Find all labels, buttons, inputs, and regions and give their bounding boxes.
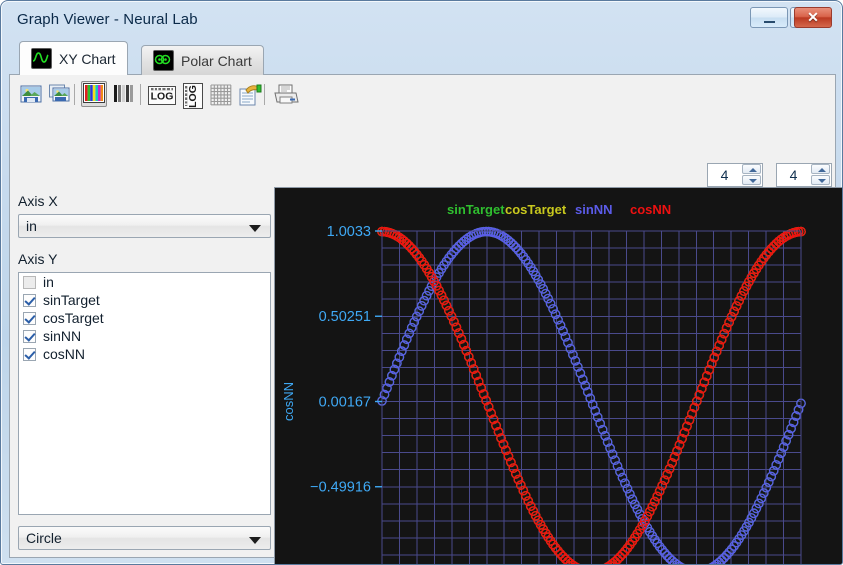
svg-text:cosTarget: cosTarget bbox=[505, 202, 567, 217]
axis-y-series-list[interactable]: in sinTarget cosTarget sinNN cosNN bbox=[18, 272, 271, 515]
toolbar-separator bbox=[264, 84, 265, 105]
svg-text:sinNN: sinNN bbox=[575, 202, 613, 217]
tab-polar-chart-label: Polar Chart bbox=[181, 52, 252, 69]
close-icon: ✕ bbox=[807, 9, 819, 25]
svg-text:cosNN: cosNN bbox=[630, 202, 671, 217]
legend-icon[interactable] bbox=[237, 81, 263, 107]
list-item-label: cosTarget bbox=[43, 310, 104, 326]
close-button[interactable]: ✕ bbox=[794, 7, 832, 28]
grid-icon[interactable] bbox=[208, 81, 234, 107]
chevron-down-icon bbox=[249, 537, 261, 544]
print-icon[interactable] bbox=[271, 81, 299, 107]
log-x-icon[interactable]: LOG bbox=[146, 81, 176, 107]
minimize-icon bbox=[751, 8, 787, 27]
list-item[interactable]: cosNN bbox=[19, 345, 270, 363]
list-item-label: in bbox=[43, 274, 54, 290]
toolbar-separator bbox=[140, 84, 141, 105]
list-item-label: sinTarget bbox=[43, 292, 100, 308]
checkbox-sinNN[interactable] bbox=[23, 329, 36, 343]
list-item[interactable]: cosTarget bbox=[19, 309, 270, 327]
chart-area[interactable]: sinTarget cosTarget sinNN cosNN 1.0033 0.5025… bbox=[274, 187, 842, 564]
chevron-down-icon bbox=[249, 225, 261, 232]
checkbox-cosTarget[interactable] bbox=[23, 311, 36, 325]
spinner-right-arrows[interactable] bbox=[810, 164, 831, 186]
title-bar: Graph Viewer - Neural Lab ✕ bbox=[1, 1, 842, 39]
tab-strip: XY Chart Polar Chart bbox=[9, 41, 836, 75]
spinner-left-value: 4 bbox=[720, 167, 729, 183]
toolbar-separator bbox=[74, 84, 75, 105]
window-title: Graph Viewer - Neural Lab bbox=[17, 11, 198, 28]
spinner-right-down-icon[interactable] bbox=[811, 175, 830, 185]
svg-text:−0.49916: −0.49916 bbox=[310, 480, 371, 496]
xy-chart-icon bbox=[31, 48, 52, 69]
svg-text:0.50251: 0.50251 bbox=[319, 309, 371, 325]
svg-text:1.0033: 1.0033 bbox=[327, 224, 371, 240]
svg-text:cosNN: cosNN bbox=[281, 382, 296, 421]
list-item[interactable]: in bbox=[19, 273, 270, 291]
svg-text:0.00167: 0.00167 bbox=[319, 394, 371, 410]
checkbox-cosNN[interactable] bbox=[23, 347, 36, 361]
svg-text:sinTarget: sinTarget bbox=[447, 202, 505, 217]
axis-x-label: Axis X bbox=[18, 193, 58, 209]
spinner-right[interactable]: 4 bbox=[776, 163, 832, 187]
axis-y-label: Axis Y bbox=[18, 251, 58, 267]
svg-text:LOG: LOG bbox=[187, 85, 199, 108]
axis-x-select-value: in bbox=[26, 218, 37, 234]
tab-xy-chart-label: XY Chart bbox=[59, 50, 116, 67]
list-item[interactable]: sinTarget bbox=[19, 291, 270, 309]
spinner-left-down-icon[interactable] bbox=[742, 175, 761, 185]
application-window: Graph Viewer - Neural Lab ✕ XY Chart Pol… bbox=[0, 0, 843, 565]
tab-polar-chart[interactable]: Polar Chart bbox=[141, 45, 264, 75]
grayscale-mode-icon[interactable] bbox=[111, 81, 137, 107]
tab-xy-chart[interactable]: XY Chart bbox=[19, 41, 128, 75]
svg-text:LOG: LOG bbox=[151, 91, 174, 103]
checkbox-sinTarget[interactable] bbox=[23, 293, 36, 307]
spinner-right-value: 4 bbox=[789, 167, 798, 183]
color-mode-icon[interactable] bbox=[81, 81, 107, 107]
log-y-icon[interactable]: LOG bbox=[180, 81, 204, 109]
spinner-left[interactable]: 4 bbox=[707, 163, 763, 187]
spinner-left-arrows[interactable] bbox=[741, 164, 762, 186]
checkbox-in[interactable] bbox=[23, 275, 36, 289]
marker-style-select[interactable]: Circle bbox=[18, 526, 271, 550]
list-item-label: cosNN bbox=[43, 346, 86, 362]
spinner-left-up-icon[interactable] bbox=[742, 164, 761, 174]
toolbar: LOG LOG 4 4 bbox=[10, 75, 835, 187]
list-item[interactable]: sinNN bbox=[19, 327, 270, 345]
axis-x-select[interactable]: in bbox=[18, 214, 271, 238]
content-panel: LOG LOG 4 4 Axis X in Axis Y in sinTarge… bbox=[9, 74, 842, 564]
minimize-button[interactable] bbox=[750, 7, 788, 28]
spinner-right-up-icon[interactable] bbox=[811, 164, 830, 174]
marker-style-value: Circle bbox=[26, 530, 62, 546]
polar-chart-icon bbox=[153, 50, 174, 71]
save-image-icon[interactable] bbox=[18, 81, 44, 107]
chart-canvas: sinTarget cosTarget sinNN cosNN 1.0033 0.5025… bbox=[275, 188, 842, 564]
list-item-label: sinNN bbox=[43, 328, 82, 344]
copy-image-icon[interactable] bbox=[47, 81, 73, 107]
